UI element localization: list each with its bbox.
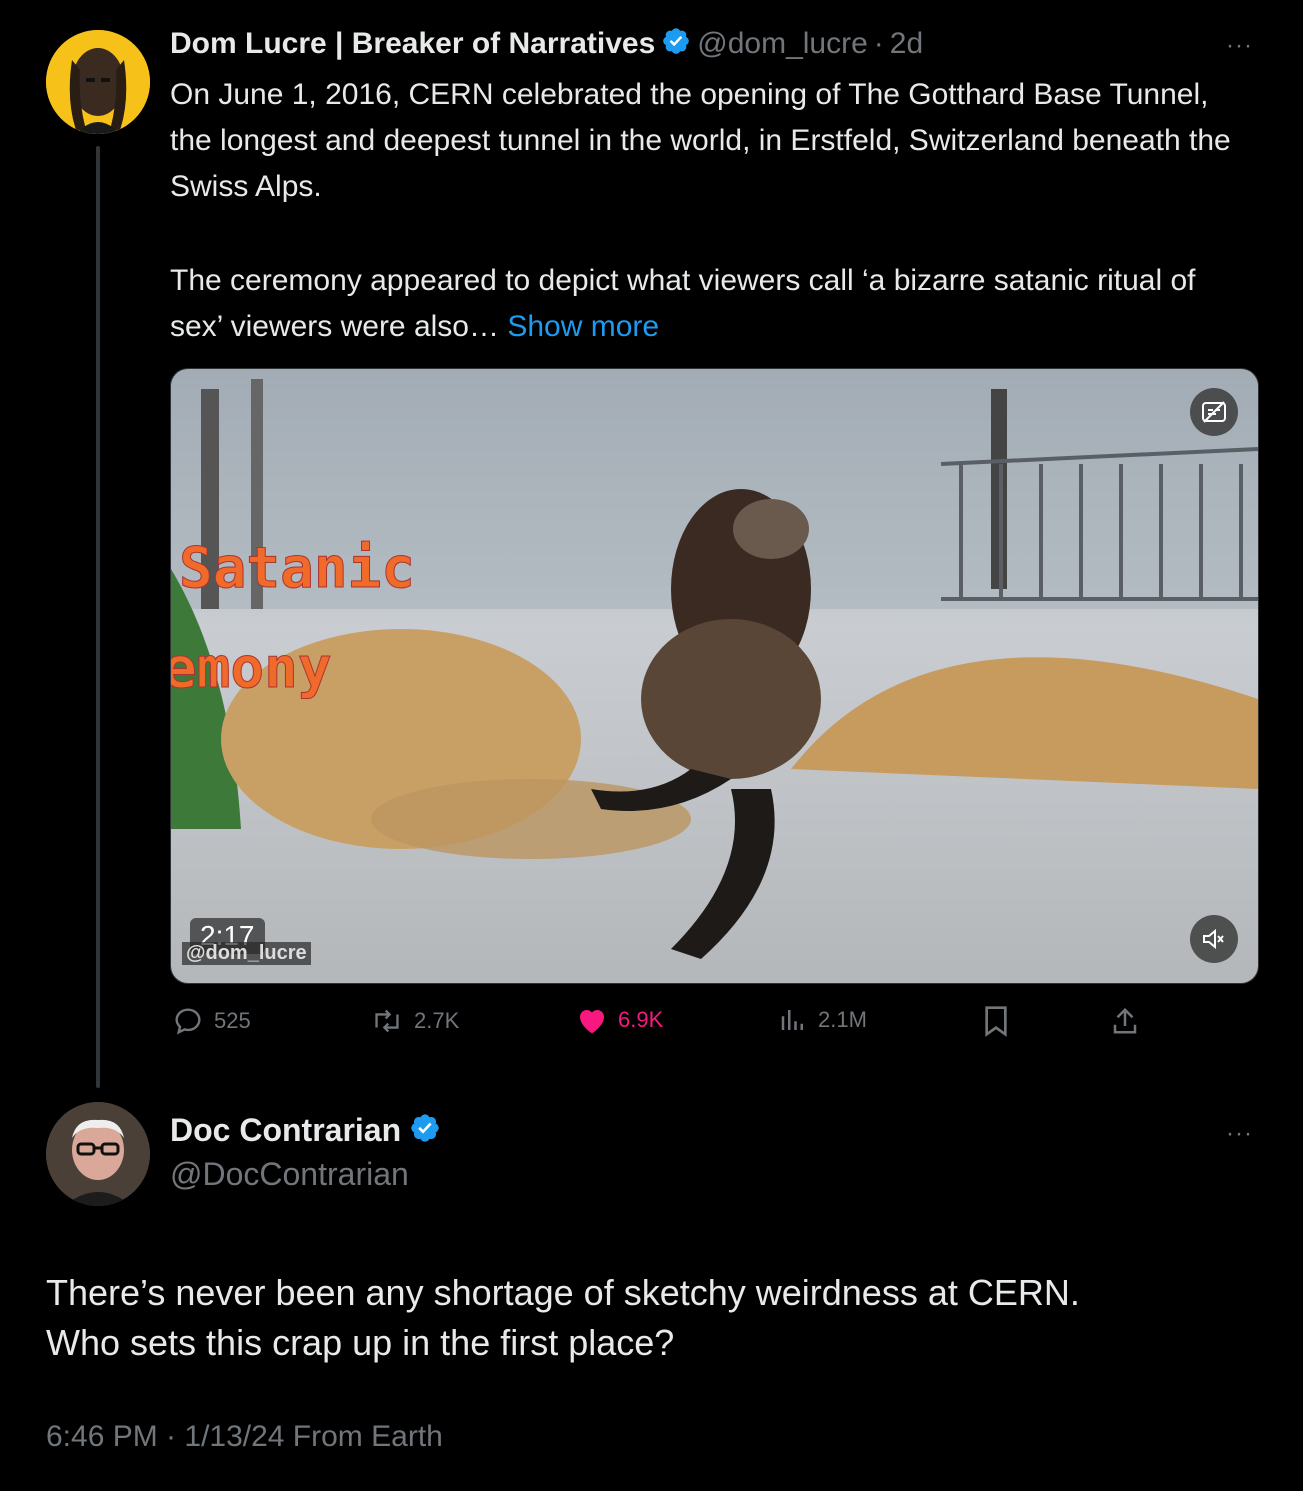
heart-filled-icon xyxy=(580,1010,604,1034)
reply-count: 525 xyxy=(214,1008,251,1033)
reply-text-line1: There’s never been any shortage of sketc… xyxy=(46,1272,1080,1313)
share-icon xyxy=(1113,1007,1137,1034)
mute-toggle-icon[interactable] xyxy=(1190,915,1238,963)
post-header: Dom Lucre | Breaker of Narratives @dom_l… xyxy=(170,26,923,61)
views-chart-icon xyxy=(781,1010,803,1030)
more-options-icon[interactable]: ··· xyxy=(1226,32,1253,60)
video-player[interactable]: Satanic emony xyxy=(170,368,1259,984)
repost-icon xyxy=(375,1009,399,1033)
video-caption-line2: emony xyxy=(171,636,332,701)
reply-header: Doc Contrarian xyxy=(170,1112,441,1149)
thread-line xyxy=(96,146,100,1088)
like-action[interactable]: 6.9K xyxy=(576,1005,663,1035)
share-action[interactable] xyxy=(1110,1005,1140,1037)
repost-action[interactable]: 2.7K xyxy=(370,1005,459,1037)
reply-author-avatar[interactable] xyxy=(46,1102,150,1206)
reply-text-line2: Who sets this crap up in the first place… xyxy=(46,1322,675,1363)
views-count: 2.1M xyxy=(818,1007,867,1032)
post-text-para2-content: The ceremony appeared to depict what vie… xyxy=(170,264,1196,343)
video-watermark: @dom_lucre xyxy=(182,942,311,965)
reply-text: There’s never been any shortage of sketc… xyxy=(46,1268,1246,1368)
bookmark-action[interactable] xyxy=(982,1005,1010,1037)
repost-count: 2.7K xyxy=(414,1008,460,1033)
reply-author-handle[interactable]: @DocContrarian xyxy=(170,1156,409,1193)
captions-toggle-icon[interactable] xyxy=(1190,388,1238,436)
author-handle[interactable]: @dom_lucre xyxy=(697,27,868,61)
reply-author-name[interactable]: Doc Contrarian xyxy=(170,1112,401,1149)
reply-timestamp[interactable]: 6:46 PM · 1/13/24 From Earth xyxy=(46,1420,443,1454)
post-text-para1: On June 1, 2016, CERN celebrated the ope… xyxy=(170,78,1231,203)
reply-verified-badge-icon xyxy=(409,1112,441,1149)
bookmark-icon xyxy=(985,1006,1007,1037)
author-avatar[interactable] xyxy=(46,30,150,134)
author-name[interactable]: Dom Lucre | Breaker of Narratives xyxy=(170,27,655,61)
video-caption-line1: Satanic xyxy=(179,536,415,601)
show-more-link[interactable]: Show more xyxy=(507,310,659,343)
like-count: 6.9K xyxy=(618,1007,664,1032)
video-frame: Satanic emony xyxy=(171,369,1258,983)
views-action[interactable]: 2.1M xyxy=(778,1005,867,1035)
reply-icon xyxy=(175,1008,201,1035)
reply-action[interactable]: 525 xyxy=(172,1005,251,1037)
post-age[interactable]: 2d xyxy=(890,27,923,61)
verified-badge-icon xyxy=(661,26,691,61)
reply-more-options-icon[interactable]: ··· xyxy=(1226,1120,1253,1148)
post-text-para2: The ceremony appeared to depict what vie… xyxy=(170,258,1250,350)
meta-separator: · xyxy=(873,26,884,60)
